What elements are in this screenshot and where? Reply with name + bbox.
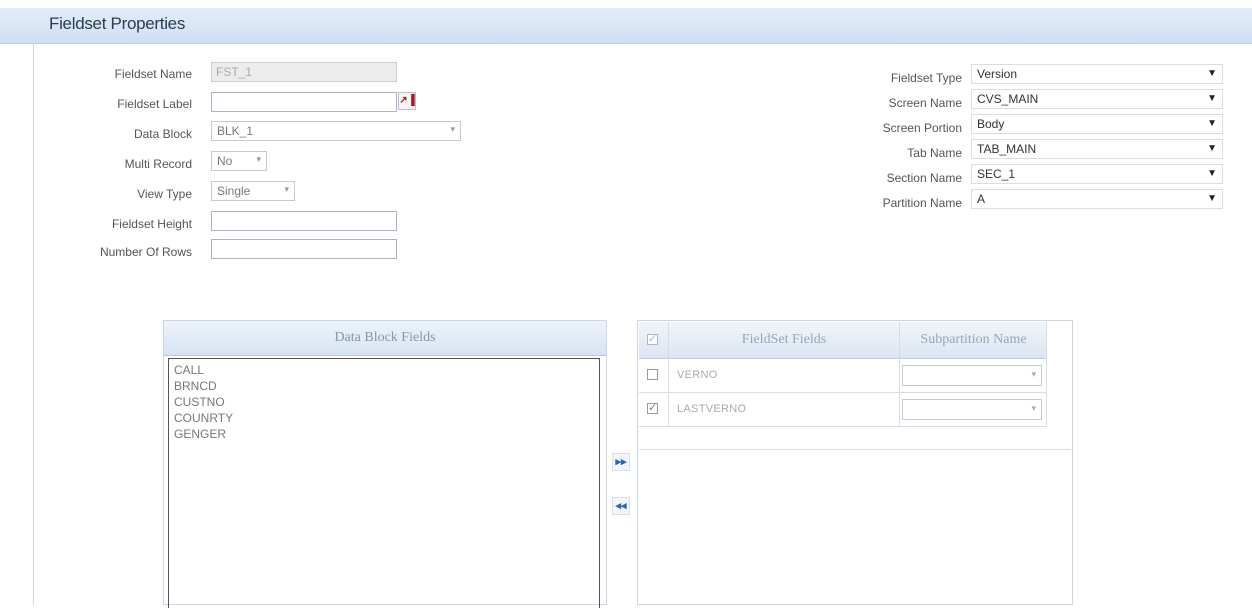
list-item[interactable]: BRNCD (174, 378, 594, 394)
grid-right-border (1046, 322, 1047, 426)
data-block-fields-header: Data Block Fields (164, 321, 606, 356)
multi-record-label: Multi Record (124, 157, 192, 171)
caret-down-icon: ▼ (1207, 168, 1217, 179)
multi-record-value: No (217, 154, 233, 168)
select-all-cell: ✓ (639, 322, 669, 358)
section-name-value: SEC_1 (977, 167, 1016, 181)
subpartition-select[interactable]: ▾ (902, 365, 1042, 386)
fieldset-name-label: Fieldset Name (114, 67, 192, 81)
partition-name-label: Partition Name (882, 196, 962, 210)
table-row: VERNO ▾ (639, 359, 1047, 393)
screen-portion-value: Body (977, 117, 1005, 131)
screen-name-value: CVS_MAIN (977, 92, 1039, 106)
view-type-value: Single (217, 184, 251, 198)
subpartition-cell: ▾ (900, 393, 1047, 426)
data-block-label: Data Block (133, 127, 192, 141)
caret-down-icon: ▼ (1207, 68, 1217, 79)
row-checkbox[interactable] (647, 369, 658, 380)
properties-header: Fieldset Properties (0, 8, 1252, 44)
grid-header-row: ✓ FieldSet Fields Subpartition Name (639, 322, 1047, 359)
screen-portion-label: Screen Portion (882, 121, 962, 135)
caret-down-icon: ▼ (1207, 118, 1217, 129)
fieldset-name-input[interactable] (211, 62, 397, 82)
fieldset-height-label: Fieldset Height (111, 217, 192, 231)
caret-down-icon: ▼ (1207, 193, 1217, 204)
partition-name-value: A (977, 192, 986, 206)
view-type-select[interactable]: Single ▾ (211, 181, 295, 201)
fieldset-type-select[interactable]: Version ▼ (971, 64, 1223, 84)
double-arrow-right-icon[interactable]: ▸▸ (612, 453, 630, 471)
caret-down-icon: ▾ (450, 124, 455, 134)
row-checkbox-cell (639, 359, 669, 392)
subpartition-cell: ▾ (900, 359, 1047, 392)
content-left-border (33, 43, 34, 605)
view-type-label: View Type (137, 187, 192, 201)
data-block-fields-list[interactable]: CALL BRNCD CUSTNO COUNRTY GENGER (168, 358, 600, 608)
number-of-rows-label: Number Of Rows (99, 245, 192, 259)
lov-search-icon[interactable]: ↗▐ (398, 92, 416, 110)
page-title: Fieldset Properties (49, 14, 186, 33)
table-row: ✓ LASTVERNO ▾ (639, 393, 1047, 427)
section-name-label: Section Name (886, 171, 962, 185)
section-name-select[interactable]: SEC_1 ▼ (971, 164, 1223, 184)
fieldset-fields-panel: ✓ FieldSet Fields Subpartition Name VERN… (637, 320, 1073, 605)
subpartition-name-column-header: Subpartition Name (920, 332, 1027, 347)
row-checkbox-cell: ✓ (639, 393, 669, 426)
field-name-cell: LASTVERNO (669, 393, 900, 426)
row-checkbox[interactable]: ✓ (647, 403, 658, 414)
fieldset-height-input[interactable] (211, 211, 397, 231)
fieldset-type-value: Version (977, 67, 1018, 81)
caret-down-icon: ▾ (284, 184, 289, 194)
field-name: VERNO (677, 369, 718, 381)
data-block-fields-panel: Data Block Fields CALL BRNCD CUSTNO COUN… (163, 320, 607, 608)
list-item[interactable]: COUNRTY (174, 410, 594, 426)
list-item[interactable]: GENGER (174, 426, 594, 442)
field-name: LASTVERNO (677, 403, 747, 415)
list-item[interactable]: CALL (174, 362, 594, 378)
tab-name-label: Tab Name (907, 146, 962, 160)
caret-down-icon: ▾ (256, 154, 261, 164)
multi-record-select[interactable]: No ▾ (211, 151, 267, 171)
empty-row (639, 425, 1071, 450)
screen-name-label: Screen Name (888, 96, 962, 110)
caret-down-icon: ▾ (1031, 403, 1036, 413)
caret-down-icon: ▾ (1031, 369, 1036, 379)
fieldset-fields-column-header: FieldSet Fields (669, 322, 900, 358)
field-name-cell: VERNO (669, 359, 900, 392)
double-arrow-left-icon[interactable]: ◂◂ (612, 497, 630, 515)
fieldset-label-input[interactable] (211, 92, 397, 112)
fieldset-fields-grid: ✓ FieldSet Fields Subpartition Name VERN… (639, 322, 1047, 427)
fieldset-type-label: Fieldset Type (890, 71, 962, 85)
list-item[interactable]: CUSTNO (174, 394, 594, 410)
subpartition-select[interactable]: ▾ (902, 399, 1042, 420)
partition-name-select[interactable]: A ▼ (971, 189, 1223, 209)
number-of-rows-input[interactable] (211, 239, 397, 259)
tab-name-select[interactable]: TAB_MAIN ▼ (971, 139, 1223, 159)
select-all-checkbox[interactable]: ✓ (647, 334, 658, 345)
data-block-value: BLK_1 (217, 124, 254, 138)
data-block-select[interactable]: BLK_1 ▾ (211, 121, 461, 141)
screen-name-select[interactable]: CVS_MAIN ▼ (971, 89, 1223, 109)
tab-name-value: TAB_MAIN (977, 142, 1037, 156)
caret-down-icon: ▼ (1207, 143, 1217, 154)
fieldset-label-label: Fieldset Label (117, 97, 192, 111)
screen-portion-select[interactable]: Body ▼ (971, 114, 1223, 134)
caret-down-icon: ▼ (1207, 93, 1217, 104)
